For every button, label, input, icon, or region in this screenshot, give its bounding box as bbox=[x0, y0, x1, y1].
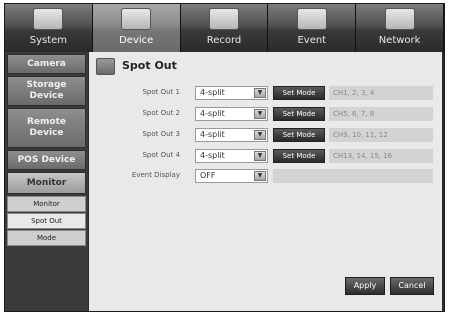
set-mode-button[interactable]: Set Mode bbox=[273, 107, 325, 121]
tab-label: System bbox=[29, 35, 68, 46]
sidebar-item-monitor[interactable]: Monitor bbox=[7, 172, 86, 194]
top-tab-bar: System Device Record Event Network bbox=[5, 4, 444, 52]
sidebar-item-label: Remote Device bbox=[26, 117, 66, 138]
network-icon bbox=[384, 8, 415, 30]
split-select[interactable]: 4-split ▼ bbox=[195, 107, 268, 121]
spot-out-row: Spot Out 1 4-split ▼ Set Mode CH1, 2, 3,… bbox=[89, 86, 442, 101]
tab-system[interactable]: System bbox=[5, 4, 93, 52]
row-label: Event Display bbox=[131, 171, 180, 179]
chevron-down-icon[interactable]: ▼ bbox=[254, 151, 266, 161]
tab-record[interactable]: Record bbox=[180, 4, 269, 52]
event-display-row: Event Display OFF ▼ bbox=[89, 169, 442, 184]
set-mode-button[interactable]: Set Mode bbox=[273, 128, 325, 142]
cancel-button[interactable]: Cancel bbox=[390, 277, 434, 295]
sidebar-item-label: POS Device bbox=[17, 154, 76, 165]
sidebar-item-label: Camera bbox=[27, 58, 66, 69]
set-mode-button[interactable]: Set Mode bbox=[273, 86, 325, 100]
chevron-down-icon[interactable]: ▼ bbox=[254, 88, 266, 98]
spot-out-row: Spot Out 3 4-split ▼ Set Mode CH9, 10, 1… bbox=[89, 128, 442, 143]
select-value: OFF bbox=[200, 171, 216, 180]
spot-out-row: Spot Out 2 4-split ▼ Set Mode CH5, 6, 7,… bbox=[89, 107, 442, 122]
sidebar-subitem-label: Monitor bbox=[33, 200, 60, 208]
event-icon bbox=[296, 8, 327, 30]
split-select[interactable]: 4-split ▼ bbox=[195, 128, 268, 142]
dvr-menu-window: System Device Record Event Network Camer… bbox=[4, 3, 445, 312]
chevron-down-icon[interactable]: ▼ bbox=[254, 109, 266, 119]
row-label: Spot Out 3 bbox=[142, 130, 180, 138]
split-select[interactable]: 4-split ▼ bbox=[195, 149, 268, 163]
channel-list: CH1, 2, 3, 4 bbox=[329, 86, 433, 100]
select-value: 4-split bbox=[200, 109, 225, 118]
sidebar-subitem-mode[interactable]: Mode bbox=[7, 230, 86, 246]
sidebar-item-remote-device[interactable]: Remote Device bbox=[7, 108, 86, 148]
channel-list: CH5, 6, 7, 8 bbox=[329, 107, 433, 121]
sidebar-subitem-monitor[interactable]: Monitor bbox=[7, 196, 86, 212]
monitor-icon bbox=[33, 8, 64, 30]
sidebar-item-pos-device[interactable]: POS Device bbox=[7, 150, 86, 170]
select-value: 4-split bbox=[200, 88, 225, 97]
event-display-bar bbox=[273, 169, 433, 183]
record-icon bbox=[208, 8, 239, 30]
tab-label: Event bbox=[297, 35, 327, 46]
chevron-down-icon[interactable]: ▼ bbox=[254, 171, 266, 181]
tab-event[interactable]: Event bbox=[268, 4, 357, 52]
chevron-down-icon[interactable]: ▼ bbox=[254, 130, 266, 140]
sidebar-subitem-label: Mode bbox=[36, 234, 57, 242]
select-value: 4-split bbox=[200, 151, 225, 160]
sidebar: Camera Storage Device Remote Device POS … bbox=[5, 52, 88, 311]
channel-list: CH9, 10, 11, 12 bbox=[329, 128, 433, 142]
sidebar-subitem-spot-out[interactable]: Spot Out bbox=[7, 213, 86, 229]
event-display-select[interactable]: OFF ▼ bbox=[195, 169, 268, 183]
tab-label: Record bbox=[206, 35, 242, 46]
tab-device[interactable]: Device bbox=[92, 4, 181, 52]
select-value: 4-split bbox=[200, 130, 225, 139]
tab-network[interactable]: Network bbox=[356, 4, 444, 52]
sidebar-item-label: Monitor bbox=[26, 177, 67, 188]
page-title: Spot Out bbox=[122, 59, 177, 72]
sidebar-item-camera[interactable]: Camera bbox=[7, 54, 86, 74]
channel-list: CH13, 14, 15, 16 bbox=[329, 149, 433, 163]
spot-out-icon bbox=[96, 58, 115, 75]
sidebar-item-storage-device[interactable]: Storage Device bbox=[7, 76, 86, 106]
row-label: Spot Out 4 bbox=[142, 151, 180, 159]
set-mode-button[interactable]: Set Mode bbox=[273, 149, 325, 163]
sidebar-item-label: Storage Device bbox=[26, 80, 67, 101]
sidebar-subitem-label: Spot Out bbox=[31, 217, 62, 225]
row-label: Spot Out 2 bbox=[142, 109, 180, 117]
row-label: Spot Out 1 bbox=[142, 88, 180, 96]
camera-icon bbox=[121, 8, 152, 30]
tab-label: Network bbox=[378, 35, 421, 46]
content-panel: Spot Out Spot Out 1 4-split ▼ Set Mode C… bbox=[89, 52, 442, 311]
split-select[interactable]: 4-split ▼ bbox=[195, 86, 268, 100]
tab-label: Device bbox=[119, 35, 154, 46]
spot-out-row: Spot Out 4 4-split ▼ Set Mode CH13, 14, … bbox=[89, 149, 442, 164]
apply-button[interactable]: Apply bbox=[345, 277, 385, 295]
